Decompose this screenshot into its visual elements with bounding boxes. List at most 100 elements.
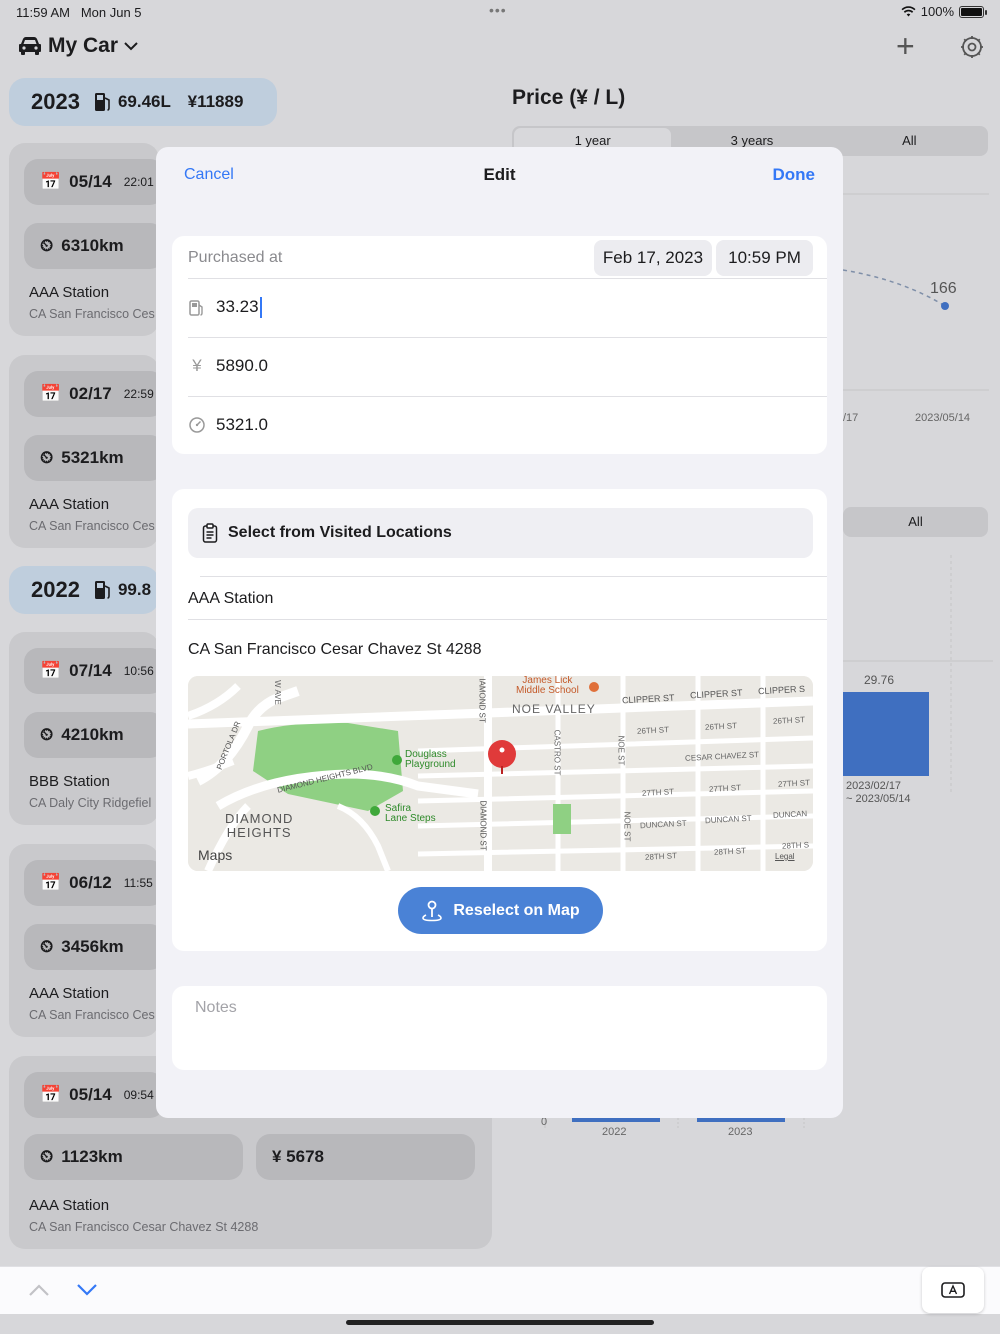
time-picker[interactable]: 10:59 PM bbox=[716, 240, 813, 276]
entry-station: AAA Station bbox=[29, 1197, 110, 1214]
chart-title: Price (¥ / L) bbox=[512, 86, 626, 109]
x-tick-label: 2022 bbox=[602, 1126, 627, 1138]
status-time: 11:59 AM Mon Jun 5 bbox=[16, 5, 142, 20]
address-field[interactable]: CA San Francisco Cesar Chavez St 4288 bbox=[188, 641, 481, 659]
year-summary-2022[interactable]: 2022 99.8 bbox=[9, 566, 159, 614]
station-name-field[interactable]: AAA Station bbox=[188, 590, 273, 608]
fuel-pump-icon bbox=[94, 93, 110, 111]
notes-field[interactable]: Notes bbox=[172, 986, 827, 1070]
entry-address: CA San Francisco Cesar Chavez St 4288 bbox=[29, 1220, 259, 1234]
segment-all[interactable]: All bbox=[843, 507, 988, 537]
entry-date-chip: 📅 07/14 10:56 bbox=[24, 648, 164, 694]
map-label-street: CASTRO ST bbox=[552, 729, 562, 776]
multitasking-dots-icon[interactable]: ••• bbox=[489, 2, 507, 18]
year-cost: ¥11889 bbox=[187, 92, 244, 111]
add-icon[interactable]: + bbox=[896, 30, 915, 62]
status-bar: 11:59 AM Mon Jun 5 ••• 100% bbox=[0, 0, 1000, 24]
year-label: 2022 bbox=[31, 577, 80, 602]
price-field[interactable]: ¥ 5890.0 bbox=[188, 356, 268, 376]
done-button[interactable]: Done bbox=[773, 165, 816, 185]
maps-attribution: Maps bbox=[198, 847, 233, 863]
fuel-field[interactable]: 33.23 bbox=[188, 297, 262, 319]
map-label-street: DIAMOND ST bbox=[478, 800, 488, 851]
list-item[interactable]: 📅 06/12 11:55 ⏲ 3456km AAA Station CA San F… bbox=[9, 844, 164, 1037]
select-visited-locations-button[interactable]: Select from Visited Locations bbox=[188, 508, 813, 558]
list-item[interactable]: 📅 05/14 22:01 ⏲ 6310km AAA Station CA San F… bbox=[9, 143, 164, 336]
car-name: My Car bbox=[48, 34, 119, 57]
entry-date-chip: 📅 02/17 22:59 bbox=[24, 371, 164, 417]
map-label-park: Douglass Playground bbox=[405, 749, 456, 770]
segment-all[interactable]: All bbox=[831, 126, 988, 156]
list-item[interactable]: 📅 02/17 22:59 ⏲ 5321km AAA Station CA San F… bbox=[9, 355, 164, 548]
status-indicators: 100% bbox=[901, 4, 987, 19]
location-map[interactable]: James Lick Middle School NOE VALLEY CLIP… bbox=[188, 676, 813, 871]
entry-odometer-chip: ⏲ 3456km bbox=[24, 924, 164, 970]
year-fuel: 99.8 bbox=[117, 580, 152, 599]
list-item[interactable]: 📅 07/14 10:56 ⏲ 4210km BBB Station CA Daly … bbox=[9, 632, 164, 825]
x-tick-label: /17 bbox=[843, 412, 859, 424]
entry-odometer-chip: ⏲ 4210km bbox=[24, 712, 164, 758]
gear-icon[interactable] bbox=[960, 35, 984, 59]
fuel-bar bbox=[843, 692, 929, 776]
keyboard-toggle-button[interactable] bbox=[922, 1267, 984, 1313]
entry-station: AAA Station bbox=[29, 985, 110, 1002]
price-row bbox=[188, 338, 827, 397]
year-fuel: 69.46L bbox=[117, 92, 171, 111]
entry-station: AAA Station bbox=[29, 284, 110, 301]
map-label-park: Safira Lane Steps bbox=[385, 803, 436, 824]
calendar-icon: 📅 bbox=[40, 661, 62, 680]
map-label-street: IAMOND ST bbox=[477, 678, 487, 723]
clipboard-icon bbox=[202, 523, 218, 543]
keyboard-toolbar bbox=[0, 1266, 1000, 1314]
cancel-button[interactable]: Cancel bbox=[184, 166, 234, 184]
map-label-street: W AVE bbox=[272, 680, 282, 705]
map-label-street: NOE ST bbox=[622, 811, 632, 842]
entry-price-chip: ¥ 5678 bbox=[256, 1134, 475, 1180]
year-summary-2023[interactable]: 2023 69.46L ¥11889 bbox=[9, 78, 277, 126]
select-visited-label: Select from Visited Locations bbox=[228, 524, 452, 541]
purchase-details-group: Purchased at Feb 17, 2023 10:59 PM 33.23… bbox=[172, 236, 827, 454]
entry-station: AAA Station bbox=[29, 496, 110, 513]
speedometer-icon: ⏲ bbox=[40, 937, 54, 956]
entry-address: CA San Francisco Ces bbox=[29, 1008, 155, 1022]
date-picker[interactable]: Feb 17, 2023 bbox=[594, 240, 712, 276]
odometer-field[interactable]: 5321.0 bbox=[188, 415, 268, 435]
map-label-street: NOE ST bbox=[616, 735, 626, 766]
entry-date-chip: 📅 06/12 11:55 bbox=[24, 860, 164, 906]
map-pin-icon bbox=[422, 900, 443, 921]
wifi-icon bbox=[901, 6, 916, 17]
chevron-up-icon[interactable] bbox=[28, 1283, 50, 1297]
map-label-school: James Lick Middle School bbox=[516, 676, 579, 696]
map-label-street: 27TH ST bbox=[708, 783, 742, 794]
entry-station: BBB Station bbox=[29, 773, 110, 790]
fuel-pump-icon bbox=[94, 581, 110, 599]
car-selector[interactable]: My Car bbox=[18, 34, 138, 58]
speedometer-icon: ⏲ bbox=[40, 236, 54, 255]
calendar-icon: 📅 bbox=[40, 873, 62, 892]
yen-icon: ¥ bbox=[192, 356, 202, 375]
entry-date-chip: 📅 05/14 22:01 bbox=[24, 159, 164, 205]
entry-date-chip: 📅 05/14 09:54 bbox=[24, 1072, 164, 1118]
price-point-label: 166 bbox=[930, 280, 957, 297]
map-label-street: DUNCAN bbox=[772, 809, 808, 820]
reselect-label: Reselect on Map bbox=[453, 901, 580, 919]
fuel-row bbox=[188, 279, 827, 338]
speedometer-icon: ⏲ bbox=[40, 1147, 54, 1166]
battery-icon bbox=[959, 5, 987, 18]
notes-placeholder: Notes bbox=[195, 999, 237, 1016]
map-label-street: 28TH ST bbox=[644, 851, 678, 862]
speedometer-icon: ⏲ bbox=[40, 725, 54, 744]
home-indicator[interactable] bbox=[346, 1320, 654, 1325]
chevron-down-icon bbox=[124, 42, 138, 51]
chevron-down-icon[interactable] bbox=[76, 1283, 98, 1297]
legal-link[interactable]: Legal bbox=[775, 852, 795, 861]
map-label-street: 26TH ST bbox=[636, 725, 670, 736]
reselect-on-map-button[interactable]: Reselect on Map bbox=[398, 887, 603, 934]
location-group: Select from Visited Locations AAA Statio… bbox=[172, 489, 827, 951]
calendar-icon: 📅 bbox=[40, 384, 62, 403]
nav-bar: My Car + bbox=[0, 24, 1000, 70]
entry-address: CA San Francisco Ces bbox=[29, 307, 155, 321]
bar-value-label: 29.76 bbox=[864, 673, 895, 687]
car-icon bbox=[19, 37, 41, 55]
range-segmented-control-2[interactable]: All bbox=[843, 507, 988, 537]
